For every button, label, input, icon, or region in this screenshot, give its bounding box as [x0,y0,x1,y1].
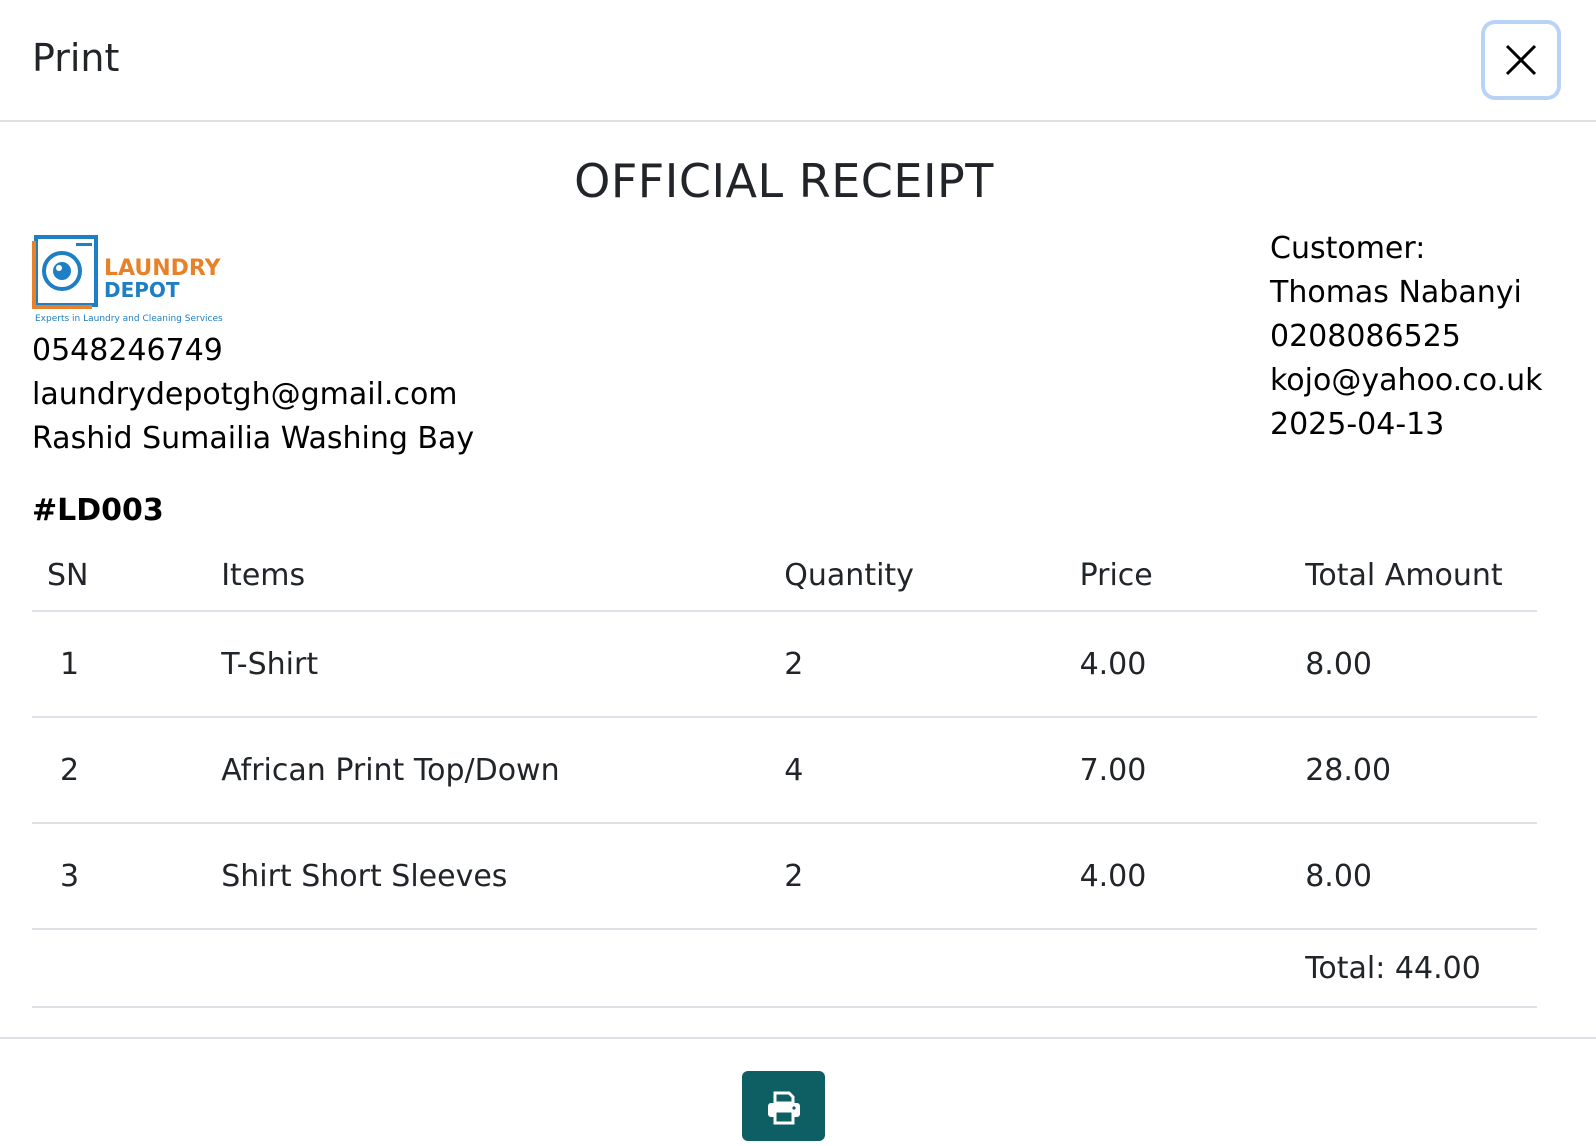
modal-footer [0,1037,1596,1146]
row-sn: 1 [32,611,222,718]
company-logo: LAUNDRY DEPOT Experts in Laundry and Cle… [32,227,232,327]
logo-tagline: Experts in Laundry and Cleaning Services [35,314,223,324]
header-quantity: Quantity [784,540,1080,612]
table-row: 3 Shirt Short Sleeves 2 4.00 8.00 [32,823,1537,930]
customer-label: Customer: [1270,231,1426,266]
row-price: 7.00 [1079,717,1306,824]
header-total-amount: Total Amount [1305,540,1537,612]
customer-phone: 0208086525 [1270,319,1461,354]
modal-header: Print [0,0,1596,122]
company-email: laundrydepotgh@gmail.com [32,377,458,412]
row-quantity: 4 [784,717,1080,824]
row-quantity: 2 [784,823,1080,930]
header-price: Price [1079,540,1306,612]
receipt-heading: OFFICIAL RECEIPT [574,154,994,208]
table-row: 1 T-Shirt 2 4.00 8.00 [32,611,1537,718]
row-quantity: 2 [784,611,1080,718]
close-icon [1505,44,1537,76]
row-total: 28.00 [1305,717,1537,824]
row-item: Shirt Short Sleeves [221,823,785,930]
table-row: 2 African Print Top/Down 4 7.00 28.00 [32,717,1537,824]
printer-icon [768,1091,800,1125]
receipt-date: 2025-04-13 [1270,407,1445,442]
company-info: 0548246749 laundrydepotgh@gmail.com Rash… [32,329,474,461]
row-price: 4.00 [1079,823,1306,930]
row-total: 8.00 [1305,823,1537,930]
row-price: 4.00 [1079,611,1306,718]
invoice-number: #LD003 [32,493,164,528]
row-item: T-Shirt [221,611,785,718]
logo-text-depot: DEPOT [104,278,180,302]
customer-name: Thomas Nabanyi [1270,275,1522,310]
row-total: 8.00 [1305,611,1537,718]
customer-info: Customer: Thomas Nabanyi 0208086525 kojo… [1270,227,1542,447]
row-item: African Print Top/Down [221,717,785,824]
row-sn: 2 [32,717,222,824]
company-phone: 0548246749 [32,333,223,368]
row-sn: 3 [32,823,222,930]
table-header-row: SN Items Quantity Price Total Amount [32,540,1537,612]
total-row: Total: 44.00 [32,929,1537,1008]
close-button[interactable] [1485,24,1557,96]
header-sn: SN [32,540,222,612]
items-table: SN Items Quantity Price Total Amount 1 T… [32,540,1537,1008]
print-button[interactable] [742,1071,825,1141]
modal-title: Print [32,36,120,80]
print-modal: Print OFFICIAL RECEIPT LAUNDRY DEPOT Exp… [0,0,1596,1146]
header-items: Items [221,540,785,612]
customer-email: kojo@yahoo.co.uk [1270,363,1543,398]
company-address: Rashid Sumailia Washing Bay [32,421,475,456]
grand-total: Total: 44.00 [1305,929,1537,1008]
